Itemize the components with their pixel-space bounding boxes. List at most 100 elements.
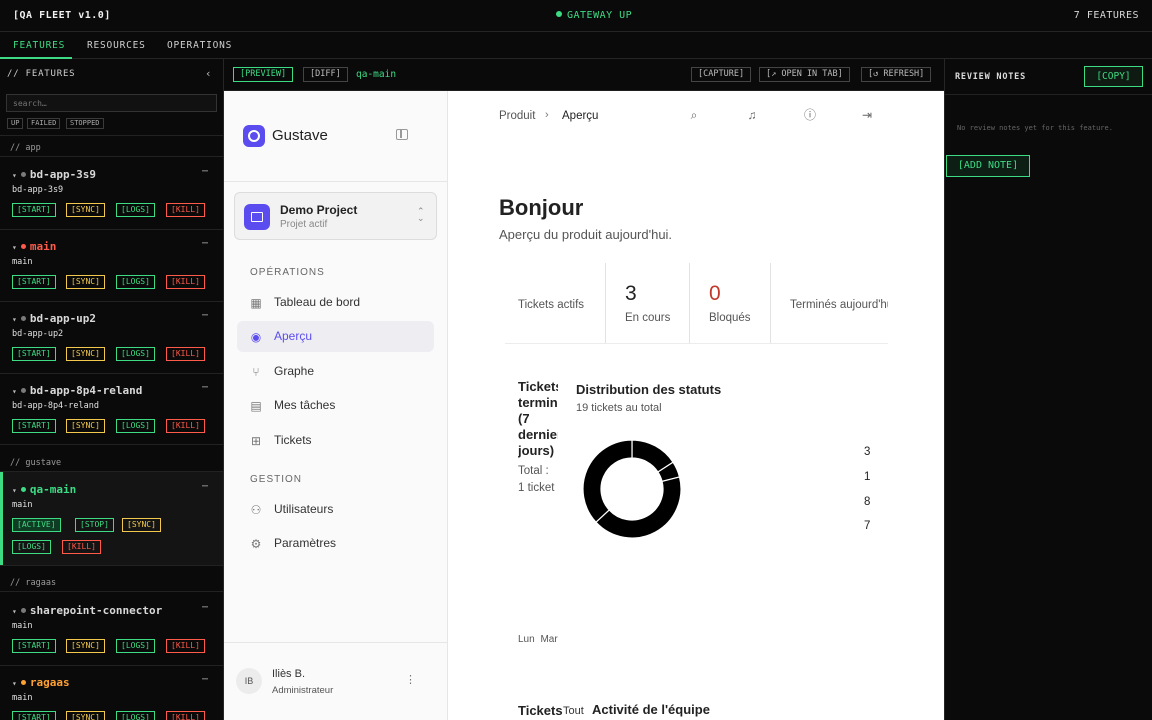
expand-icon[interactable]: ▾ <box>12 387 17 396</box>
more-vertical-icon[interactable]: ⋮ <box>405 673 416 686</box>
sync-button[interactable]: [SYNC] <box>66 419 105 433</box>
filter-up[interactable]: UP <box>7 118 24 129</box>
breadcrumb-item[interactable]: Produit <box>499 110 535 122</box>
feature-item[interactable]: ▾ main ⋯ main [START] [SYNC] [LOGS] [KILL… <box>0 238 223 296</box>
more-icon[interactable]: ⋯ <box>202 602 208 613</box>
feature-item[interactable]: ▾ bd-app-up2 ⋯ bd-app-up2 [START] [SYNC] … <box>0 310 223 368</box>
feature-count: 7 FEATURES <box>1073 10 1139 21</box>
bell-icon[interactable]: ♫ <box>745 108 759 122</box>
more-icon[interactable]: ⋯ <box>202 238 208 249</box>
logs-button[interactable]: [LOGS] <box>116 711 155 720</box>
kill-button[interactable]: [KILL] <box>62 540 101 554</box>
project-switcher[interactable]: Demo Project Projet actif ⌃ ⌄ <box>234 192 437 240</box>
divider <box>0 565 223 566</box>
logs-button[interactable]: [LOGS] <box>12 540 51 554</box>
more-icon[interactable]: ⋯ <box>202 166 208 177</box>
logs-button[interactable]: [LOGS] <box>116 419 155 433</box>
search-icon[interactable]: ⌕ <box>687 108 701 122</box>
avatar[interactable]: IB <box>236 668 262 694</box>
sync-button[interactable]: [SYNC] <box>66 203 105 217</box>
start-button[interactable]: [START] <box>12 639 56 653</box>
more-icon[interactable]: ⋯ <box>202 310 208 321</box>
refresh-button[interactable]: [↺ REFRESH] <box>861 67 932 82</box>
menu-item-parametres[interactable]: ⚙ Paramètres <box>237 528 434 559</box>
menu-item-tickets[interactable]: ⊞ Tickets <box>237 425 434 456</box>
sync-button[interactable]: [SYNC] <box>66 711 105 720</box>
start-button[interactable]: [START] <box>12 203 56 217</box>
feature-item[interactable]: ▾ bd-app-3s9 ⋯ bd-app-3s9 [START] [SYNC] … <box>0 166 223 224</box>
menu-item-graphe[interactable]: ⑂ Graphe <box>237 356 434 387</box>
collapse-icon[interactable]: ‹ <box>205 67 212 80</box>
sidebar-toggle-icon[interactable] <box>396 129 408 140</box>
filter-stopped[interactable]: STOPPED <box>66 118 104 129</box>
expand-icon[interactable]: ▾ <box>12 679 17 688</box>
logs-button[interactable]: [LOGS] <box>116 203 155 217</box>
kill-button[interactable]: [KILL] <box>166 711 205 720</box>
kill-button[interactable]: [KILL] <box>166 203 205 217</box>
start-button[interactable]: [START] <box>12 347 56 361</box>
active-badge[interactable]: [ACTIVE] <box>12 518 61 532</box>
feature-branch: main <box>12 621 33 631</box>
more-icon[interactable]: ⋯ <box>202 481 208 492</box>
logs-button[interactable]: [LOGS] <box>116 639 155 653</box>
more-icon[interactable]: ⋯ <box>202 674 208 685</box>
logs-button[interactable]: [LOGS] <box>116 347 155 361</box>
preview-tab[interactable]: [PREVIEW] <box>233 67 294 82</box>
clipboard-icon: ▤ <box>250 399 262 413</box>
feature-branch: main <box>12 500 33 510</box>
graph-icon: ⑂ <box>252 365 260 379</box>
start-button[interactable]: [START] <box>12 711 56 720</box>
tab-operations[interactable]: OPERATIONS <box>167 40 232 51</box>
feature-item[interactable]: ▾ sharepoint-connector ⋯ main [START] [SY… <box>0 602 223 660</box>
menu-label: Tableau de bord <box>274 295 361 309</box>
logs-button[interactable]: [LOGS] <box>116 275 155 289</box>
expand-icon[interactable]: ▾ <box>12 486 17 495</box>
feature-name: ▾ bd-app-8p4-reland <box>12 384 143 397</box>
donut-slice <box>582 439 633 524</box>
stop-button[interactable]: [STOP] <box>75 518 114 532</box>
sync-button[interactable]: [SYNC] <box>122 518 161 532</box>
capture-button[interactable]: [CAPTURE] <box>691 67 752 82</box>
expand-icon[interactable]: ▾ <box>12 607 17 616</box>
filter-failed[interactable]: FAILED <box>27 118 61 129</box>
copy-button[interactable]: [COPY] <box>1084 66 1143 87</box>
divider <box>0 229 223 230</box>
add-note-button[interactable]: [ADD NOTE] <box>946 155 1030 177</box>
expand-icon[interactable]: ▾ <box>12 243 17 252</box>
tab-features[interactable]: FEATURES <box>13 40 65 51</box>
more-icon[interactable]: ⋯ <box>202 382 208 393</box>
kill-button[interactable]: [KILL] <box>166 275 205 289</box>
kill-button[interactable]: [KILL] <box>166 347 205 361</box>
logout-icon[interactable]: ⇥ <box>860 108 874 122</box>
diff-tab[interactable]: [DIFF] <box>303 67 348 82</box>
sync-button[interactable]: [SYNC] <box>66 275 105 289</box>
divider <box>0 591 223 592</box>
help-icon[interactable]: ⓘ <box>803 108 817 122</box>
card-total: Total : 1 ticket <box>518 465 555 494</box>
menu-item-utilisateurs[interactable]: ⚇ Utilisateurs <box>237 494 434 525</box>
project-name: Demo Project <box>280 203 358 217</box>
tab-resources[interactable]: RESOURCES <box>87 40 146 51</box>
filter-tout[interactable]: Tout <box>563 705 584 717</box>
review-notes-panel: REVIEW NOTES [COPY] No review notes yet … <box>944 59 1152 720</box>
sync-button[interactable]: [SYNC] <box>66 639 105 653</box>
menu-item-mes-taches[interactable]: ▤ Mes tâches <box>237 390 434 421</box>
menu-label: Graphe <box>274 364 315 378</box>
expand-icon[interactable]: ▾ <box>12 315 17 324</box>
expand-icon[interactable]: ▾ <box>12 171 17 180</box>
open-in-tab-button[interactable]: [↗ OPEN IN TAB] <box>759 67 850 82</box>
stat-value: 3 <box>625 282 637 305</box>
menu-item-tableau-de-bord[interactable]: ▦ Tableau de bord <box>237 287 434 318</box>
feature-item[interactable]: ▾ ragaas ⋯ main [START] [SYNC] [LOGS] [KI… <box>0 674 223 720</box>
sync-button[interactable]: [SYNC] <box>66 347 105 361</box>
feature-item[interactable]: ▾ bd-app-8p4-reland ⋯ bd-app-8p4-reland [… <box>0 382 223 440</box>
start-button[interactable]: [START] <box>12 275 56 289</box>
start-button[interactable]: [START] <box>12 419 56 433</box>
kill-button[interactable]: [KILL] <box>166 419 205 433</box>
menu-item-apercu[interactable]: ◉ Aperçu <box>237 321 434 352</box>
user-name: Iliès B. <box>272 668 306 680</box>
team-activity-title: Activité de l'équipe <box>592 702 710 717</box>
kill-button[interactable]: [KILL] <box>166 639 205 653</box>
feature-item-active[interactable]: ▾ qa-main ⋯ main [ACTIVE] [STOP] [SYNC] [… <box>0 472 223 565</box>
feature-search-input[interactable] <box>6 94 217 112</box>
